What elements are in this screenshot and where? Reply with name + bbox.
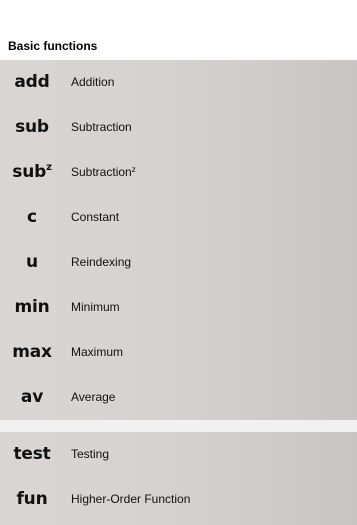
function-item-max[interactable]: max Maximum	[0, 330, 357, 375]
function-item-sub-z[interactable]: subz Subtractionz	[0, 150, 357, 195]
function-group-basic: add Addition sub Subtraction subz Subtra…	[0, 60, 357, 420]
function-label: Addition	[71, 75, 115, 89]
function-symbol: subz	[12, 162, 52, 182]
function-symbol: sub	[15, 117, 49, 137]
function-label: Reindexing	[71, 255, 132, 269]
function-item-c[interactable]: c Constant	[0, 195, 357, 240]
function-item-min[interactable]: min Minimum	[0, 285, 357, 330]
function-label-superscript: z	[131, 165, 136, 174]
function-item-sub[interactable]: sub Subtraction	[0, 105, 357, 150]
function-label: Constant	[71, 210, 120, 224]
function-label: Higher-Order Function	[71, 492, 191, 506]
function-label: Testing	[71, 447, 110, 461]
function-item-av[interactable]: av Average	[0, 375, 357, 420]
function-item-add[interactable]: add Addition	[0, 60, 357, 105]
function-symbol: max	[12, 342, 52, 362]
section-header-basic-functions: Basic functions	[0, 34, 357, 58]
group-divider	[0, 420, 357, 432]
function-label: Subtraction	[71, 120, 132, 134]
function-symbol: av	[20, 387, 44, 407]
function-item-test[interactable]: test Testing	[0, 432, 357, 477]
function-item-u[interactable]: u Reindexing	[0, 240, 357, 285]
function-label: Subtractionz	[71, 165, 136, 179]
function-label: Maximum	[71, 345, 124, 359]
functions-panel: Basic functions add Addition sub Subtrac…	[0, 0, 357, 525]
function-item-fun[interactable]: fun Higher-Order Function	[0, 477, 357, 522]
function-symbol: c	[27, 207, 37, 227]
function-group-advanced: test Testing fun Higher-Order Function	[0, 432, 357, 525]
function-label: Minimum	[71, 300, 120, 314]
function-label: Average	[71, 390, 116, 404]
function-symbol: add	[14, 72, 50, 92]
function-symbol: min	[14, 297, 50, 317]
function-symbol: u	[26, 252, 38, 272]
function-symbol: fun	[16, 489, 48, 509]
function-symbol-superscript: z	[46, 162, 52, 173]
function-symbol: test	[13, 444, 51, 464]
